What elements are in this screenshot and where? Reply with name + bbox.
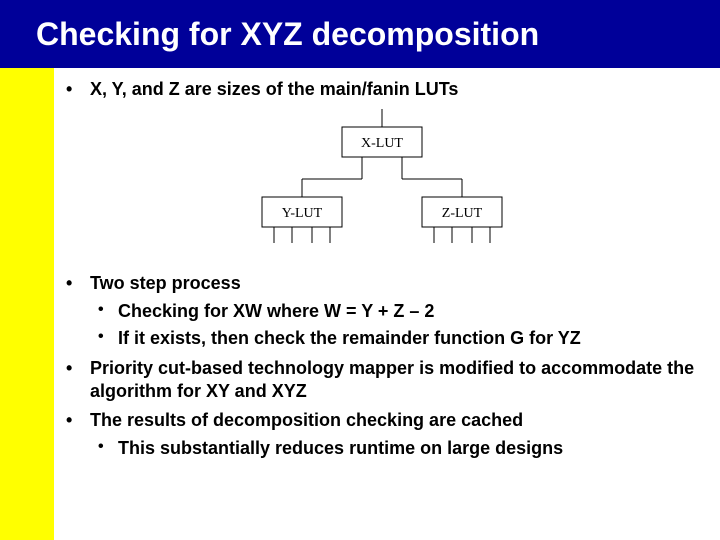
bullet-2a: Checking for XW where W = Y + Z – 2: [90, 300, 702, 323]
slide-title: Checking for XYZ decomposition: [36, 16, 539, 53]
xlut-label: X-LUT: [361, 136, 403, 151]
bullet-2: Two step process Checking for XW where W…: [62, 272, 702, 350]
lut-diagram: X-LUT Y-LUT Z-LUT: [202, 109, 562, 254]
bullet-list: X, Y, and Z are sizes of the main/fanin …: [62, 78, 702, 101]
bullet-2-text: Two step process: [90, 273, 241, 293]
bullet-list-2: Two step process Checking for XW where W…: [62, 272, 702, 460]
slide: Checking for XYZ decomposition X, Y, and…: [0, 0, 720, 540]
diagram-svg: X-LUT Y-LUT Z-LUT: [202, 109, 562, 249]
bullet-4-text: The results of decomposition checking ar…: [90, 410, 523, 430]
sub-list-4: This substantially reduces runtime on la…: [90, 437, 702, 460]
zlut-label: Z-LUT: [442, 206, 483, 221]
bullet-3: Priority cut-based technology mapper is …: [62, 357, 702, 404]
ylut-label: Y-LUT: [282, 206, 323, 221]
bullet-4a: This substantially reduces runtime on la…: [90, 437, 702, 460]
sub-list-2: Checking for XW where W = Y + Z – 2 If i…: [90, 300, 702, 351]
slide-content: X, Y, and Z are sizes of the main/fanin …: [62, 78, 702, 466]
sidebar-accent: [0, 68, 54, 540]
title-bar: Checking for XYZ decomposition: [0, 0, 720, 68]
bullet-4: The results of decomposition checking ar…: [62, 409, 702, 460]
bullet-2b: If it exists, then check the remainder f…: [90, 327, 702, 350]
bullet-1: X, Y, and Z are sizes of the main/fanin …: [62, 78, 702, 101]
